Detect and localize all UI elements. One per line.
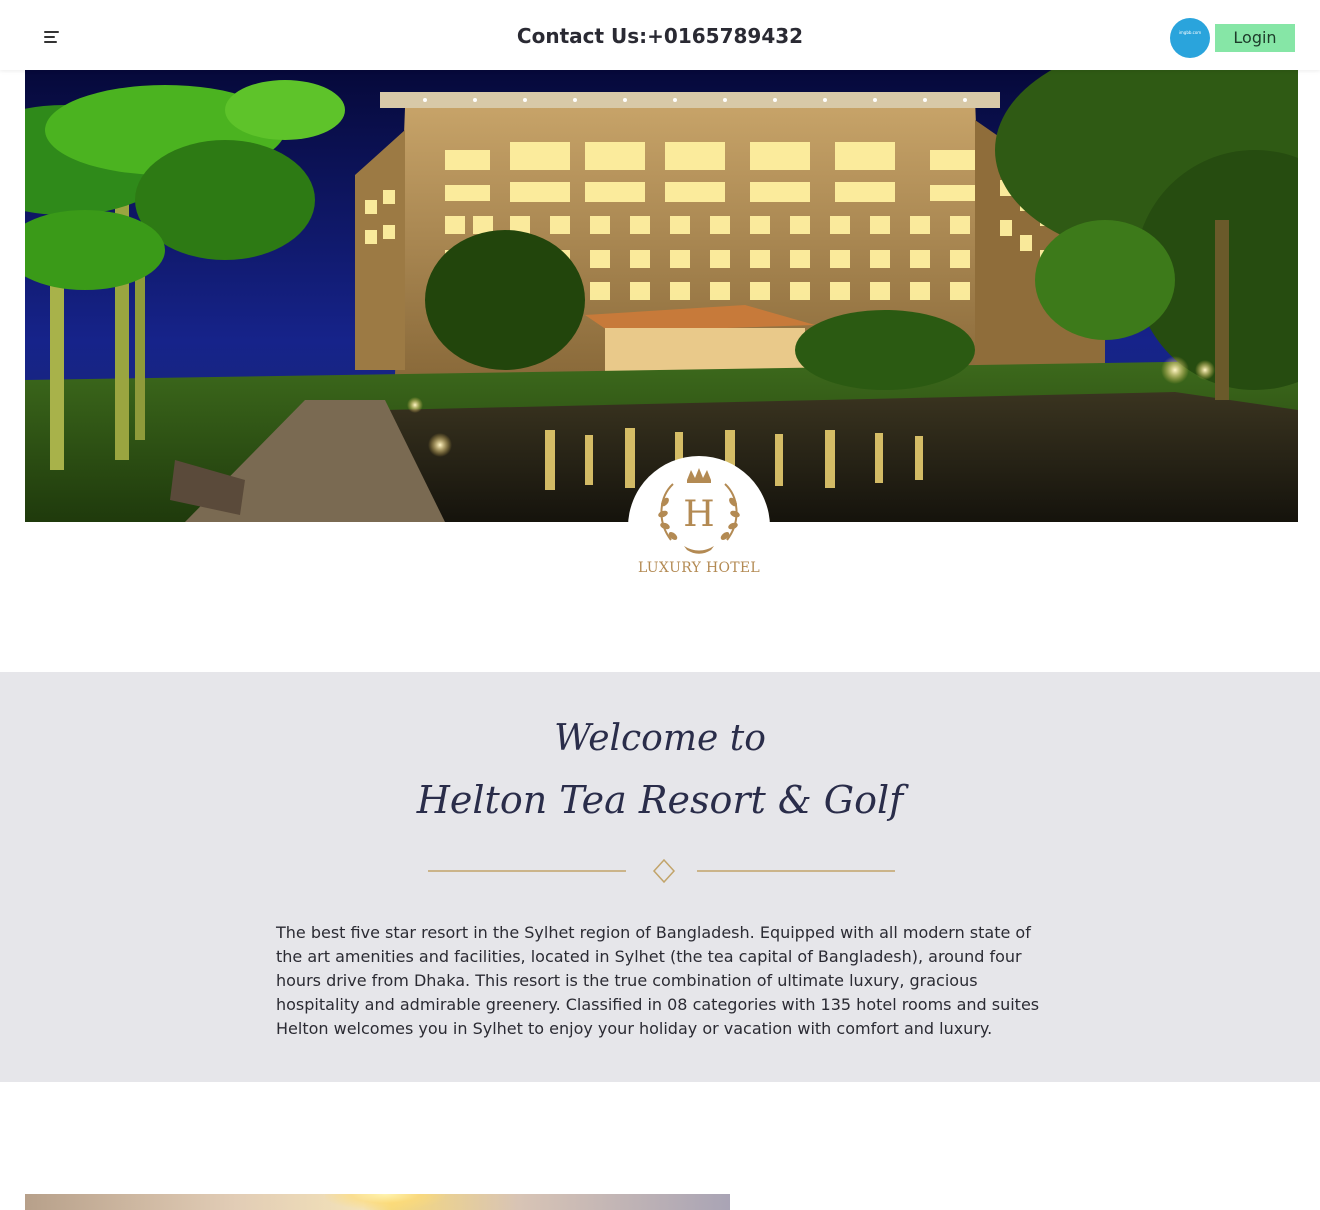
- contact-info: Contact Us:+0165789432: [516, 24, 804, 48]
- logo-text: LUXURY HOTEL: [637, 560, 761, 576]
- top-header: Contact Us:+0165789432 imgbb.com Login: [0, 0, 1320, 70]
- diamond-divider: [428, 858, 895, 884]
- welcome-description: The best five star resort in the Sylhet …: [276, 923, 1040, 1038]
- lobby-image: [25, 1194, 730, 1210]
- hotel-night-photo: [25, 70, 1298, 522]
- chandelier-glow: [325, 1194, 445, 1210]
- welcome-section: Welcome to Helton Tea Resort & Golf The …: [0, 672, 1320, 1082]
- login-button[interactable]: Login: [1215, 24, 1295, 52]
- hero-image: [25, 70, 1298, 522]
- hotel-logo: H LUXURY HOTEL: [628, 456, 770, 591]
- diamond-icon: [652, 858, 676, 884]
- crest-icon: H: [658, 468, 740, 554]
- logo-letter: H: [683, 494, 714, 535]
- avatar-text: imgbb.com: [1178, 30, 1202, 35]
- user-avatar[interactable]: imgbb.com: [1170, 18, 1210, 58]
- welcome-heading-line2: Helton Tea Resort & Golf: [416, 778, 904, 822]
- welcome-heading-line1: Welcome to: [554, 718, 766, 759]
